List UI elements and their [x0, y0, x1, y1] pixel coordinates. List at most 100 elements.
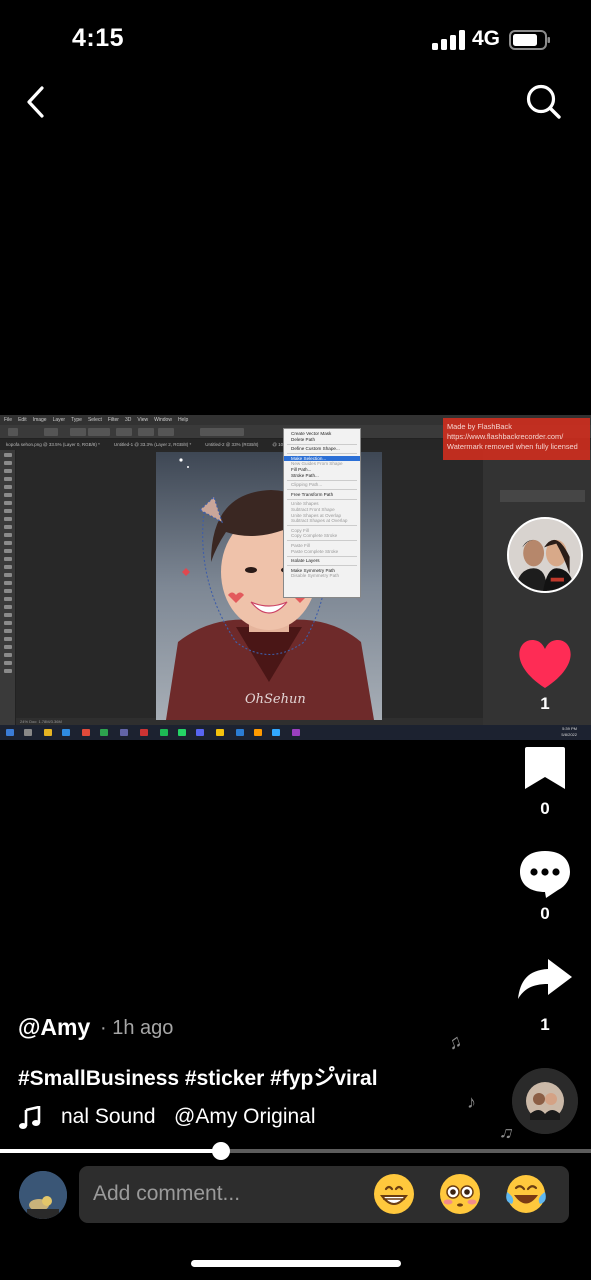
- photoshop-tool-icon: [3, 501, 12, 505]
- photoshop-tool-icon: [3, 573, 12, 577]
- photoshop-tool-icon: [3, 453, 12, 457]
- comment-bubble-icon[interactable]: [510, 848, 580, 900]
- like-count: 1: [540, 694, 550, 713]
- photoshop-tool-icon: [3, 669, 12, 673]
- share-arrow-icon[interactable]: [510, 955, 580, 1003]
- context-menu-item: Disable Symmetry Path: [291, 573, 339, 579]
- top-navigation: [0, 80, 591, 124]
- photoshop-tool-icon: [3, 477, 12, 481]
- music-note-icon: [19, 1106, 41, 1129]
- photoshop-tool-icon: [3, 493, 12, 497]
- photoshop-tool-icon: [3, 597, 12, 601]
- my-avatar-image: [19, 1171, 67, 1219]
- floating-music-note-icon: ♫: [444, 1030, 465, 1054]
- photoshop-tool-icon: [3, 605, 12, 609]
- photoshop-tool-icon: [3, 557, 12, 561]
- photoshop-layer-row: [500, 490, 585, 502]
- photoshop-tool-icon: [3, 461, 12, 465]
- cellular-signal-icon: [432, 30, 465, 50]
- progress-fill: [0, 1149, 222, 1153]
- context-menu-item: Stroke Path...: [291, 472, 319, 478]
- creator-photo: [509, 519, 581, 591]
- context-menu-item: Copy Complete Stroke: [291, 533, 338, 539]
- photoshop-document-tab: Untitled-2 @ 33% (RGB/8): [205, 442, 259, 447]
- photoshop-tool-icon: [3, 517, 12, 521]
- photo-signature: OhSehun: [245, 692, 306, 707]
- photoshop-menu-item: 3D: [124, 417, 132, 423]
- post-username[interactable]: @Amy: [18, 1014, 90, 1041]
- context-menu-item: Define Custom Shape...: [291, 446, 340, 452]
- photoshop-menu-item: Type: [71, 417, 82, 423]
- context-menu-separator: [287, 498, 357, 500]
- context-menu-item: Free Transform Path: [291, 491, 334, 497]
- comment-count: 0: [540, 904, 550, 923]
- video-progress-bar[interactable]: [0, 1142, 591, 1160]
- comment-placeholder: Add comment...: [93, 1182, 241, 1205]
- context-menu-separator: [287, 453, 357, 455]
- floating-music-note-icon: ♪: [467, 1092, 476, 1112]
- photoshop-tool-icon: [3, 565, 12, 569]
- photoshop-menu-item: Select: [87, 417, 102, 423]
- photoshop-menu-item: Help: [177, 417, 189, 423]
- bookmark-icon[interactable]: [510, 745, 580, 791]
- context-menu-separator: [287, 525, 357, 527]
- context-menu-separator: [287, 565, 357, 567]
- creator-avatar[interactable]: [507, 517, 583, 593]
- music-ticker[interactable]: nal Sound @Amy Original: [18, 1103, 318, 1133]
- photoshop-menu-item: Edit: [18, 417, 27, 423]
- flushed-face-emoji-icon[interactable]: [438, 1172, 482, 1216]
- floating-music-note-icon: ♫: [497, 1120, 516, 1144]
- photoshop-tool-icon: [3, 509, 12, 513]
- photoshop-tool-icon: [3, 589, 12, 593]
- photoshop-tool-icon: [3, 541, 12, 545]
- back-arrow-icon[interactable]: [18, 82, 54, 122]
- my-avatar[interactable]: [19, 1171, 67, 1219]
- taskbar-clock: 5:39 PM 5/8/2022: [561, 726, 577, 737]
- home-indicator[interactable]: [191, 1260, 401, 1267]
- photoshop-menu-item: View: [137, 417, 149, 423]
- photoshop-menu-item: Window: [154, 417, 172, 423]
- context-menu-item: Isolate Layers: [291, 558, 320, 564]
- network-type: 4G: [472, 27, 501, 50]
- photoshop-tool-icon: [3, 549, 12, 553]
- photoshop-document-tab: Untitled-1 @ 33.3% (Layer 2, RGB/8) *: [113, 442, 192, 447]
- context-menu-separator: [287, 489, 357, 491]
- battery-icon: [509, 30, 550, 50]
- save-count: 0: [540, 799, 550, 818]
- share-count: 1: [540, 1015, 550, 1034]
- photoshop-tool-icon: [3, 533, 12, 537]
- progress-scrubber[interactable]: [212, 1142, 231, 1160]
- context-menu-item: Paste Complete Stroke: [291, 548, 339, 554]
- photoshop-tool-icon: [3, 525, 12, 529]
- photoshop-tool-icon: [3, 469, 12, 473]
- context-menu-item: Subtract Shapes at Overlap: [291, 518, 348, 524]
- photoshop-menu-item: Filter: [107, 417, 119, 423]
- search-icon[interactable]: [524, 82, 564, 122]
- windows-taskbar: 5:39 PM 5/8/2022: [0, 725, 591, 740]
- flashback-watermark: Made by FlashBack https://www.flashbackr…: [443, 418, 590, 460]
- context-menu-separator: [287, 540, 357, 542]
- photoshop-menu-item: Image: [32, 417, 47, 423]
- post-time-ago: · 1h ago: [100, 1017, 174, 1039]
- context-menu-separator: [287, 555, 357, 557]
- comment-input[interactable]: Add comment...: [79, 1166, 569, 1223]
- post-caption[interactable]: #SmallBusiness #sticker #fypシ゚viral: [18, 1062, 378, 1092]
- music-title-fragment: nal Sound: [61, 1105, 156, 1128]
- photoshop-tool-icon: [3, 613, 12, 617]
- photoshop-tool-icon: [3, 581, 12, 585]
- photoshop-menu-item: File: [4, 417, 13, 423]
- photoshop-tool-icon: [3, 621, 12, 625]
- photoshop-document-tab: kopofa sehon.png @ 33.5% (Layer 0, RGB/8…: [6, 442, 100, 447]
- grinning-face-emoji-icon[interactable]: [372, 1172, 416, 1216]
- music-disc[interactable]: [512, 1068, 578, 1134]
- photoshop-tool-icon: [3, 629, 12, 633]
- tears-of-joy-emoji-icon[interactable]: [504, 1172, 548, 1216]
- like-heart-icon[interactable]: [510, 636, 580, 692]
- photoshop-tool-icon: [3, 653, 12, 657]
- photoshop-menu-item: Layer: [52, 417, 66, 423]
- photoshop-tool-icon: [3, 645, 12, 649]
- music-title: @Amy Original: [174, 1105, 316, 1128]
- music-disc-cover: [512, 1068, 578, 1134]
- status-bar: 4:15 4G: [0, 0, 591, 80]
- photoshop-context-menu: Create Vector Mask Delete Path Define Cust…: [283, 428, 361, 598]
